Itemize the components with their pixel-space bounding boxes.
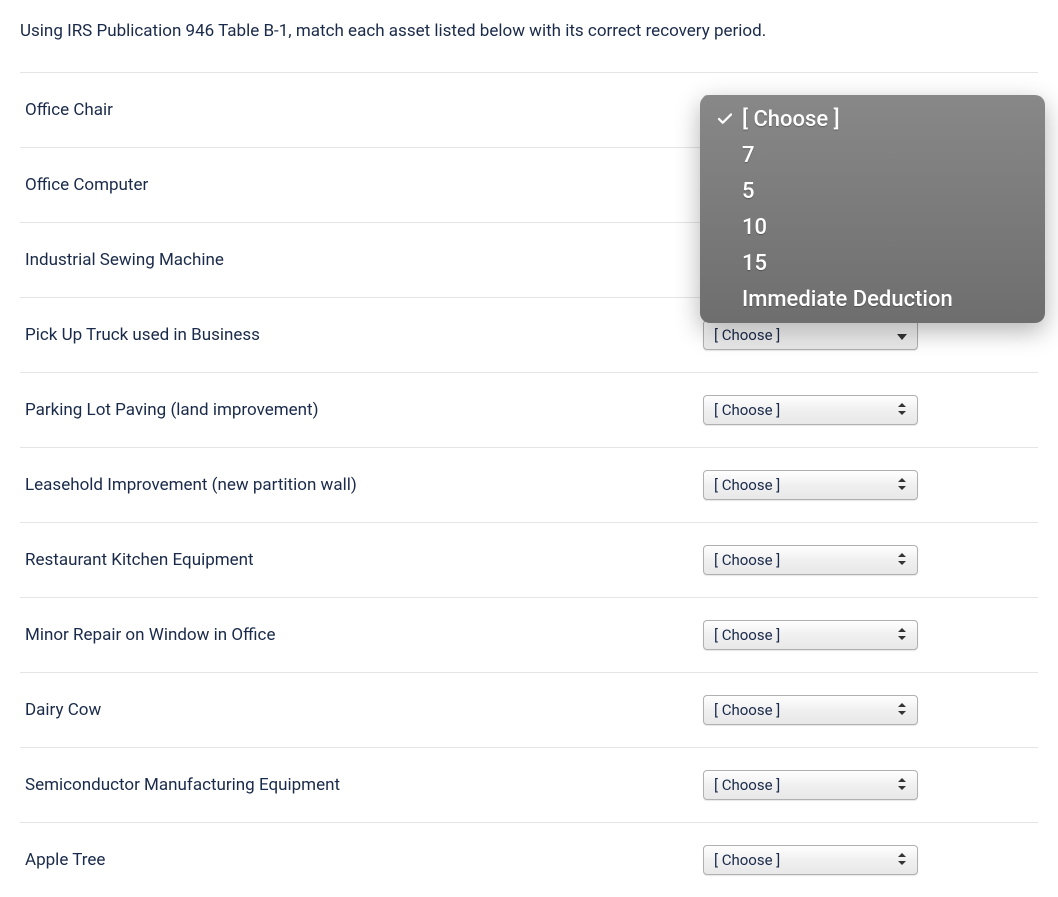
dropdown-cell: [ Choose ]	[703, 545, 1033, 575]
dropdown-option[interactable]: 5	[700, 173, 1045, 209]
select-value: [ Choose ]	[714, 401, 780, 419]
recovery-period-select[interactable]: [ Choose ]	[703, 770, 918, 800]
matching-row: Restaurant Kitchen Equipment [ Choose ]	[20, 522, 1038, 597]
matching-row: Dairy Cow [ Choose ]	[20, 672, 1038, 747]
matching-row: Apple Tree [ Choose ]	[20, 822, 1038, 897]
dropdown-cell: [ Choose ]	[703, 470, 1033, 500]
dropdown-option-label: 15	[738, 251, 767, 276]
chevron-updown-icon	[897, 701, 907, 719]
recovery-period-select[interactable]: [ Choose ]	[703, 470, 918, 500]
dropdown-option-label: Immediate Deduction	[738, 287, 953, 312]
matching-row: Leasehold Improvement (new partition wal…	[20, 447, 1038, 522]
asset-label: Dairy Cow	[25, 700, 703, 720]
recovery-period-select[interactable]: [ Choose ]	[703, 695, 918, 725]
recovery-period-select[interactable]: [ Choose ]	[703, 320, 918, 350]
dropdown-option[interactable]: 7	[700, 137, 1045, 173]
recovery-period-select[interactable]: [ Choose ]	[703, 620, 918, 650]
dropdown-option[interactable]: [ Choose ]	[700, 101, 1045, 137]
chevron-updown-icon	[897, 551, 907, 569]
dropdown-cell: [ Choose ]	[703, 620, 1033, 650]
matching-row: Minor Repair on Window in Office [ Choose…	[20, 597, 1038, 672]
dropdown-cell: [ Choose ]	[703, 845, 1033, 875]
asset-label: Minor Repair on Window in Office	[25, 625, 703, 645]
chevron-updown-icon	[897, 851, 907, 869]
dropdown-option-label: 10	[738, 215, 767, 240]
checkmark-icon	[712, 110, 738, 128]
asset-label: Leasehold Improvement (new partition wal…	[25, 475, 703, 495]
dropdown-option-label: 5	[738, 179, 755, 204]
dropdown-option-label: [ Choose ]	[738, 107, 840, 132]
matching-row: Semiconductor Manufacturing Equipment [ C…	[20, 747, 1038, 822]
chevron-updown-icon	[897, 401, 907, 419]
dropdown-cell: [ Choose ]	[703, 695, 1033, 725]
select-value: [ Choose ]	[714, 326, 780, 344]
dropdown-option-label: 7	[738, 143, 755, 168]
asset-label: Office Computer	[25, 175, 703, 195]
recovery-period-select[interactable]: [ Choose ]	[703, 395, 918, 425]
chevron-updown-icon	[897, 626, 907, 644]
asset-label: Semiconductor Manufacturing Equipment	[25, 775, 703, 795]
dropdown-cell: [ Choose ]	[703, 395, 1033, 425]
asset-label: Restaurant Kitchen Equipment	[25, 550, 703, 570]
asset-label: Parking Lot Paving (land improvement)	[25, 400, 703, 420]
dropdown-option[interactable]: 15	[700, 245, 1045, 281]
matching-row: Parking Lot Paving (land improvement) [ C…	[20, 372, 1038, 447]
dropdown-menu: [ Choose ] 7 5 10 15 Immediate Deduction	[700, 95, 1045, 323]
recovery-period-select[interactable]: [ Choose ]	[703, 845, 918, 875]
select-value: [ Choose ]	[714, 476, 780, 494]
select-value: [ Choose ]	[714, 701, 780, 719]
asset-label: Industrial Sewing Machine	[25, 250, 703, 270]
chevron-updown-icon	[897, 776, 907, 794]
select-value: [ Choose ]	[714, 851, 780, 869]
asset-label: Office Chair	[25, 100, 703, 120]
question-instruction: Using IRS Publication 946 Table B-1, mat…	[20, 20, 1038, 44]
asset-label: Pick Up Truck used in Business	[25, 325, 703, 345]
chevron-updown-icon	[897, 476, 907, 494]
asset-label: Apple Tree	[25, 850, 703, 870]
select-value: [ Choose ]	[714, 776, 780, 794]
select-value: [ Choose ]	[714, 626, 780, 644]
dropdown-option[interactable]: Immediate Deduction	[700, 281, 1045, 317]
dropdown-cell: [ Choose ]	[703, 770, 1033, 800]
dropdown-cell: [ Choose ]	[703, 320, 1033, 350]
dropdown-option[interactable]: 10	[700, 209, 1045, 245]
recovery-period-select[interactable]: [ Choose ]	[703, 545, 918, 575]
chevron-down-icon	[897, 326, 907, 344]
select-value: [ Choose ]	[714, 551, 780, 569]
